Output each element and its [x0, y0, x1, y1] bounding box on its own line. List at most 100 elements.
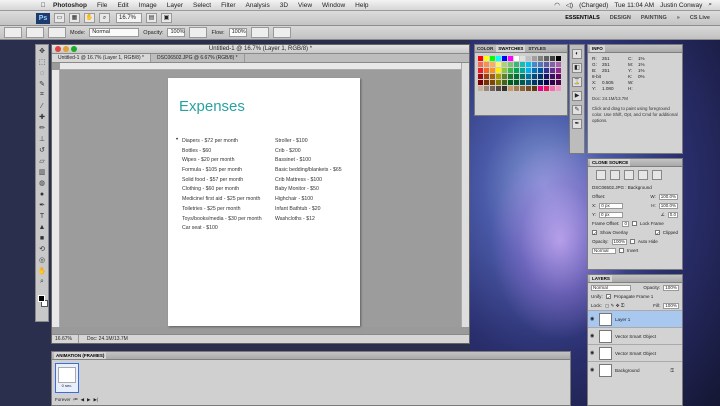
- color-swatch[interactable]: [478, 86, 483, 91]
- color-swatch[interactable]: [496, 74, 501, 79]
- color-swatch[interactable]: [514, 68, 519, 73]
- battery-status[interactable]: (Charged): [579, 2, 608, 9]
- color-swatch[interactable]: [520, 56, 525, 61]
- clone-source-slot-icon[interactable]: [610, 170, 620, 180]
- color-swatch[interactable]: [550, 56, 555, 61]
- color-swatch[interactable]: [538, 56, 543, 61]
- color-swatch[interactable]: [484, 56, 489, 61]
- clone-height-field[interactable]: 100.0%: [658, 202, 678, 209]
- color-swatch[interactable]: [484, 86, 489, 91]
- volume-icon[interactable]: ◁): [566, 1, 573, 9]
- fill-field[interactable]: 100%: [663, 302, 679, 309]
- menu-window[interactable]: Window: [317, 2, 350, 9]
- hand-tool-icon-2[interactable]: ✋: [36, 266, 48, 276]
- color-swatch[interactable]: [484, 68, 489, 73]
- color-swatch[interactable]: [556, 62, 561, 67]
- brush-size-picker[interactable]: [26, 27, 44, 38]
- color-swatch[interactable]: [490, 80, 495, 85]
- color-swatch[interactable]: [526, 62, 531, 67]
- color-swatch[interactable]: [484, 62, 489, 67]
- minimize-window-icon[interactable]: [63, 46, 69, 52]
- clone-stamp-tool-icon[interactable]: ⊥: [36, 134, 48, 144]
- color-swatch[interactable]: [478, 56, 483, 61]
- clone-width-field[interactable]: 100.0%: [658, 193, 678, 200]
- color-swatch[interactable]: [556, 56, 561, 61]
- move-tool-icon[interactable]: ✥: [36, 46, 48, 56]
- zoom-tool-icon-2[interactable]: ⌕: [36, 277, 48, 287]
- color-swatch[interactable]: [508, 86, 513, 91]
- marquee-tool-icon[interactable]: ⬚: [36, 57, 48, 67]
- color-swatch[interactable]: [538, 62, 543, 67]
- tab-animation[interactable]: ANIMATION (FRAMES): [54, 352, 107, 359]
- color-swatch[interactable]: [502, 80, 507, 85]
- color-swatch[interactable]: [550, 62, 555, 67]
- color-swatch[interactable]: [550, 86, 555, 91]
- color-swatch[interactable]: [490, 62, 495, 67]
- 3d-rotate-tool-icon[interactable]: ⟲: [36, 244, 48, 254]
- cs-live-button[interactable]: CS Live: [690, 15, 710, 21]
- close-window-icon[interactable]: [55, 46, 61, 52]
- color-swatch[interactable]: [532, 86, 537, 91]
- color-swatch[interactable]: [532, 56, 537, 61]
- color-swatch[interactable]: [544, 68, 549, 73]
- color-swatch[interactable]: [556, 80, 561, 85]
- color-swatch[interactable]: [508, 74, 513, 79]
- status-zoom-field[interactable]: 16.67%: [55, 335, 79, 343]
- color-swatch[interactable]: [478, 74, 483, 79]
- dodge-tool-icon[interactable]: ●: [36, 189, 48, 199]
- masks-icon[interactable]: ◧: [572, 63, 582, 73]
- invert-checkbox[interactable]: [619, 248, 624, 253]
- color-swatch[interactable]: [508, 56, 513, 61]
- color-swatch[interactable]: [556, 74, 561, 79]
- pen-tool-icon[interactable]: ✒: [36, 200, 48, 210]
- color-swatch[interactable]: [514, 62, 519, 67]
- color-swatch[interactable]: [550, 68, 555, 73]
- color-swatch[interactable]: [544, 86, 549, 91]
- menu-app-name[interactable]: Photoshop: [48, 2, 92, 9]
- color-swatch[interactable]: [496, 68, 501, 73]
- menu-filter[interactable]: Filter: [216, 2, 240, 9]
- document-titlebar[interactable]: Untitled-1 @ 16.7% (Layer 1, RGB/8) *: [52, 45, 469, 54]
- color-swatch[interactable]: [532, 80, 537, 85]
- foreground-color-swatch[interactable]: [38, 295, 45, 302]
- brush-panel-icon[interactable]: ✎: [572, 105, 582, 115]
- tab-clone-source[interactable]: CLONE SOURCE: [590, 159, 631, 166]
- color-swatch[interactable]: [508, 80, 513, 85]
- auto-hide-checkbox[interactable]: [630, 239, 636, 244]
- color-swatch[interactable]: [550, 74, 555, 79]
- history-brush-tool-icon[interactable]: ↺: [36, 145, 48, 155]
- adjustments-icon[interactable]: ◐: [572, 49, 582, 59]
- screen-mode-icon[interactable]: ▣: [161, 13, 172, 23]
- color-swatch[interactable]: [490, 74, 495, 79]
- zoom-level-select[interactable]: 16.7%: [116, 13, 142, 23]
- color-swatch[interactable]: [538, 80, 543, 85]
- color-swatch[interactable]: [526, 68, 531, 73]
- color-swatch[interactable]: [478, 68, 483, 73]
- clone-source-slot-icon[interactable]: [652, 170, 662, 180]
- tab-color[interactable]: COLOR: [477, 45, 493, 52]
- color-swatch[interactable]: [550, 80, 555, 85]
- color-swatch[interactable]: [520, 62, 525, 67]
- color-swatch[interactable]: [544, 56, 549, 61]
- paths-icon[interactable]: ✒: [572, 119, 582, 129]
- overlay-blend-select[interactable]: Normal: [592, 247, 616, 254]
- tab-info[interactable]: INFO: [590, 45, 605, 52]
- color-swatch[interactable]: [532, 74, 537, 79]
- layer-row-layer-1[interactable]: ◉ Layer 1: [588, 310, 682, 327]
- workspace-painting[interactable]: PAINTING: [641, 15, 667, 21]
- airbrush-icon[interactable]: [250, 27, 269, 38]
- menu-select[interactable]: Select: [188, 2, 216, 9]
- color-swatch[interactable]: [520, 68, 525, 73]
- show-overlay-checkbox[interactable]: ✓: [592, 230, 597, 236]
- color-swatch[interactable]: [556, 86, 561, 91]
- color-swatch[interactable]: [514, 80, 519, 85]
- color-swatch[interactable]: [502, 86, 507, 91]
- color-swatch[interactable]: [478, 62, 483, 67]
- layer-row-vector-smart-object[interactable]: ◉ Vector Smart Object: [588, 327, 682, 344]
- tab-dsc06502[interactable]: DSC06502.JPG @ 6.67% (RGB/8) *: [151, 54, 245, 62]
- color-swatch[interactable]: [508, 62, 513, 67]
- opacity-field[interactable]: 100%: [167, 28, 186, 37]
- color-swatch[interactable]: [484, 74, 489, 79]
- wifi-icon[interactable]: ◠: [554, 1, 560, 9]
- menu-layer[interactable]: Layer: [162, 2, 188, 9]
